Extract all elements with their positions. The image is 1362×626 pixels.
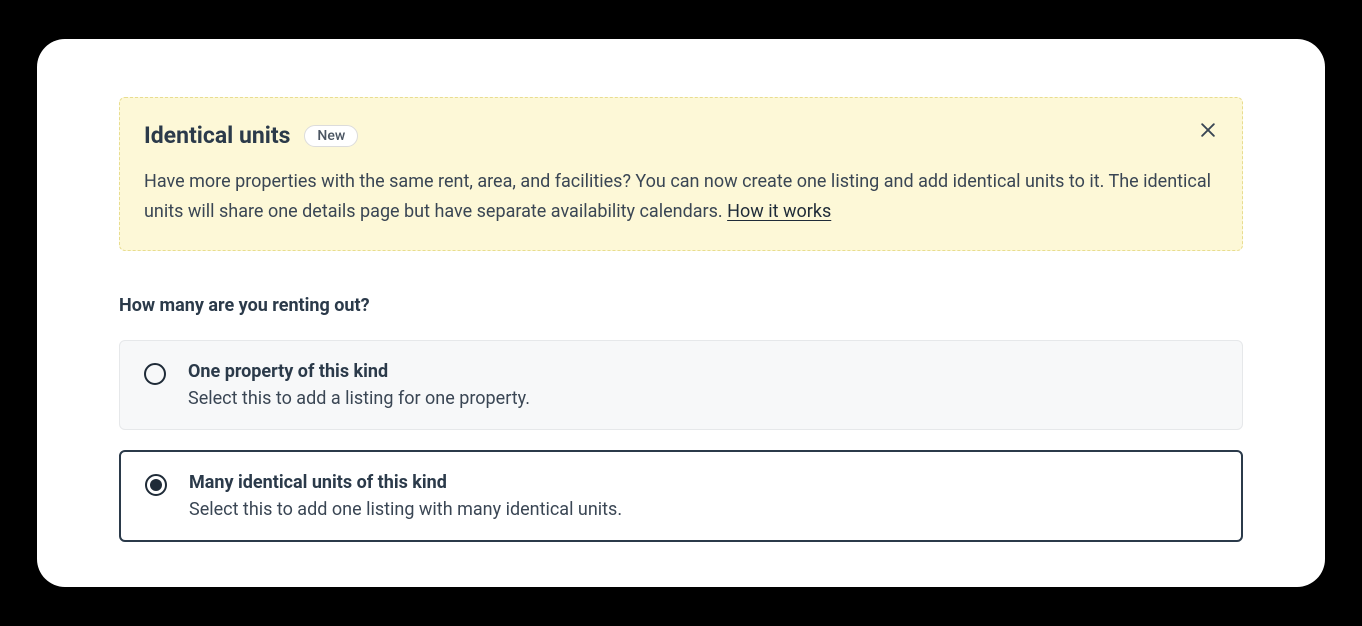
option-one-property[interactable]: One property of this kind Select this to… [119, 340, 1243, 430]
new-badge: New [304, 125, 358, 147]
notice-title: Identical units [144, 122, 290, 149]
radio-checked-icon [145, 474, 167, 496]
option-title: Many identical units of this kind [189, 472, 1217, 493]
option-content: One property of this kind Select this to… [188, 361, 1218, 409]
option-title: One property of this kind [188, 361, 1218, 382]
option-many-units[interactable]: Many identical units of this kind Select… [119, 450, 1243, 542]
close-icon [1198, 120, 1218, 140]
option-desc: Select this to add one listing with many… [189, 499, 1217, 520]
option-desc: Select this to add a listing for one pro… [188, 388, 1218, 409]
notice-body: Have more properties with the same rent,… [144, 167, 1214, 226]
how-it-works-link[interactable]: How it works [727, 201, 831, 222]
notice-header: Identical units New [144, 122, 1214, 149]
form-card: Identical units New Have more properties… [37, 39, 1325, 587]
info-notice: Identical units New Have more properties… [119, 97, 1243, 251]
notice-text: Have more properties with the same rent,… [144, 171, 1211, 222]
radio-unchecked-icon [144, 363, 166, 385]
close-button[interactable] [1196, 118, 1220, 142]
option-content: Many identical units of this kind Select… [189, 472, 1217, 520]
question-label: How many are you renting out? [119, 295, 1243, 316]
